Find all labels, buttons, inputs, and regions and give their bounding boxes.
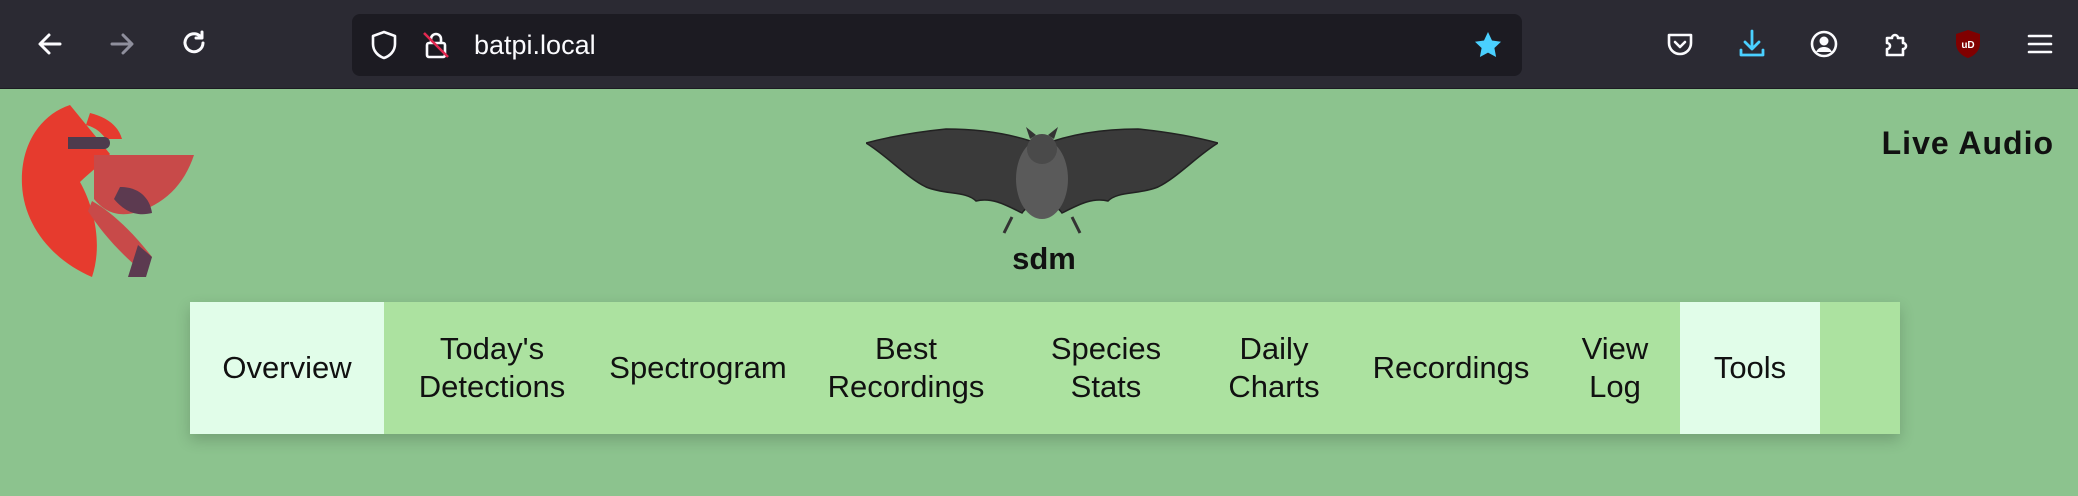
account-icon	[1810, 30, 1838, 58]
tracking-shield-icon[interactable]	[368, 29, 400, 61]
nav-overview[interactable]: Overview	[190, 302, 384, 434]
ublock-label: uD	[1961, 40, 1974, 51]
ublock-shield-icon: uD	[1956, 30, 1980, 58]
bat-image	[866, 127, 1218, 234]
pocket-button[interactable]	[1658, 22, 1702, 66]
page-content: sdm Live Audio Overview Today's Detection…	[0, 89, 2078, 496]
pocket-icon	[1667, 33, 1693, 56]
main-nav: Overview Today's Detections Spectrogram B…	[190, 302, 1900, 434]
reload-icon	[183, 30, 205, 54]
nav-todays-detections[interactable]: Today's Detections	[384, 302, 600, 434]
downloads-button[interactable]	[1730, 22, 1774, 66]
arrow-right-icon	[110, 33, 134, 55]
ublock-button[interactable]: uD	[1946, 22, 1990, 66]
nav-view-log[interactable]: View Log	[1550, 302, 1680, 434]
arrow-left-icon	[38, 33, 62, 55]
nav-tools[interactable]: Tools	[1680, 302, 1820, 434]
nav-species-stats[interactable]: Species Stats	[1016, 302, 1196, 434]
live-audio-link[interactable]: Live Audio	[1882, 125, 2054, 162]
star-icon[interactable]	[1472, 29, 1504, 61]
cardinal-logo-icon[interactable]	[20, 105, 196, 277]
nav-daily-charts[interactable]: Daily Charts	[1196, 302, 1352, 434]
nav-best-recordings[interactable]: Best Recordings	[796, 302, 1016, 434]
site-title: sdm	[1012, 241, 1076, 276]
browser-toolbar: batpi.local uD	[0, 0, 2078, 89]
app-menu-button[interactable]	[2018, 22, 2062, 66]
nav-spectrogram[interactable]: Spectrogram	[600, 302, 796, 434]
download-icon	[1739, 29, 1765, 57]
account-button[interactable]	[1802, 22, 1846, 66]
extensions-button[interactable]	[1874, 22, 1918, 66]
back-button[interactable]	[28, 22, 72, 66]
reload-button[interactable]	[172, 22, 216, 66]
url-bar[interactable]: batpi.local	[352, 14, 1522, 76]
forward-button[interactable]	[100, 22, 144, 66]
hamburger-menu-icon	[2027, 34, 2053, 54]
url-text[interactable]: batpi.local	[474, 28, 596, 62]
nav-recordings[interactable]: Recordings	[1352, 302, 1550, 434]
insecure-lock-icon[interactable]	[420, 29, 452, 61]
puzzle-icon	[1885, 33, 1908, 57]
